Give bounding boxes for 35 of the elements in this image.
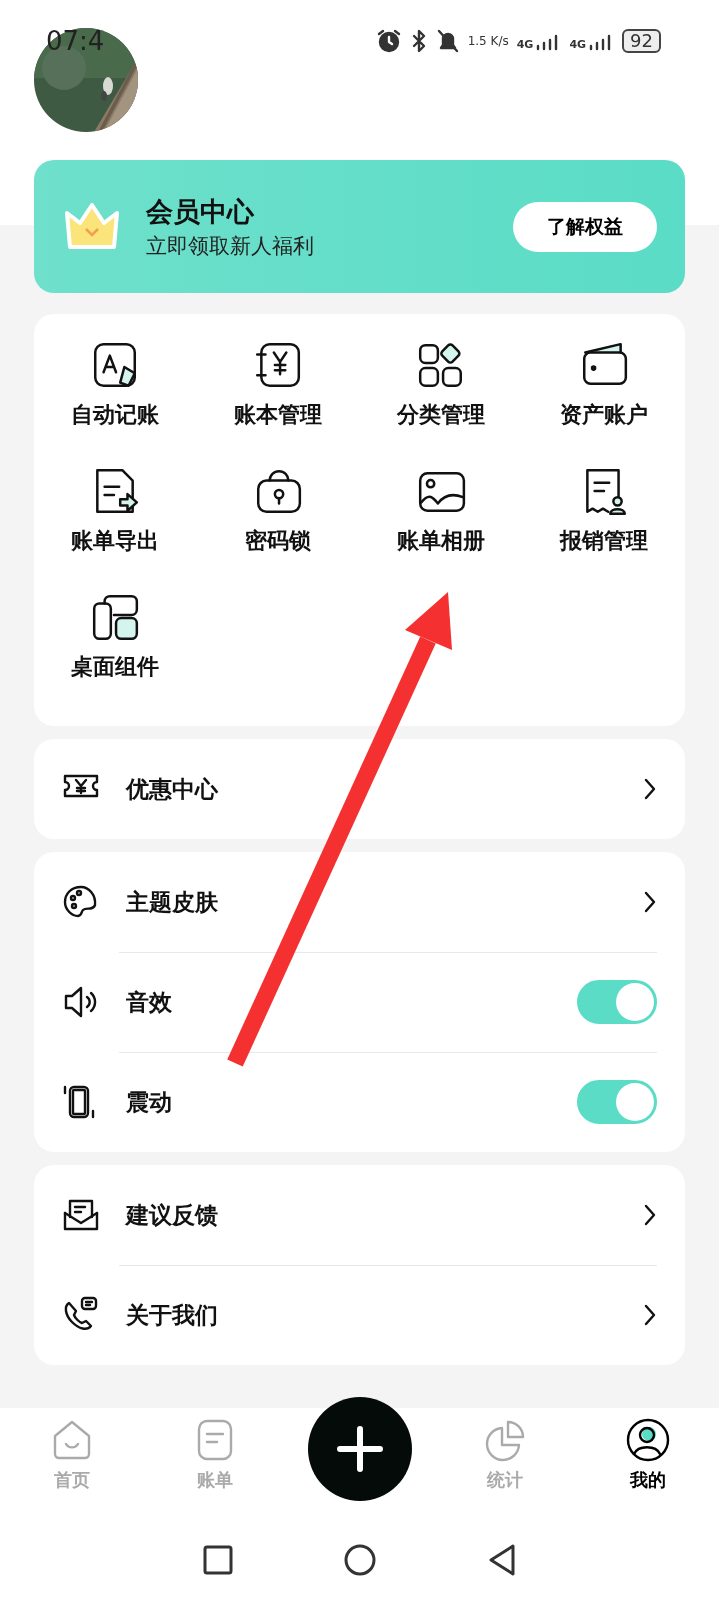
feature-item[interactable]: 密码锁: [245, 526, 312, 556]
menu-item[interactable]: 震动: [126, 1086, 577, 1118]
toggle-switch[interactable]: [577, 1080, 657, 1124]
menu-item[interactable]: 优惠中心: [126, 773, 643, 805]
feature-item[interactable]: 账单相册: [396, 526, 485, 556]
menu-item[interactable]: 主题皮肤: [126, 886, 643, 918]
alarm-icon: [375, 28, 402, 54]
menu-item[interactable]: 音效: [126, 986, 577, 1018]
toggle-switch[interactable]: [577, 980, 657, 1024]
status-time: 07:4: [46, 26, 105, 56]
network-type: 4G: [569, 38, 587, 51]
chevron-right-icon: [643, 890, 657, 914]
muted-bell-icon: [435, 28, 460, 54]
feature-item[interactable]: 桌面组件: [71, 652, 160, 682]
network-speed: 1.5 K/s: [467, 34, 509, 48]
menu-item[interactable]: 关于我们: [126, 1299, 643, 1331]
feature-item[interactable]: 账单导出: [71, 526, 160, 556]
feature-item[interactable]: 报销管理: [559, 526, 648, 556]
feature-item[interactable]: 分类管理: [396, 400, 485, 430]
benefits-button[interactable]: 了解权益: [513, 201, 657, 252]
feature-item[interactable]: 自动记账: [71, 400, 160, 430]
feature-item[interactable]: 账本管理: [234, 400, 323, 430]
recents-button[interactable]: [202, 1545, 233, 1575]
chevron-right-icon: [643, 777, 657, 801]
plus-icon: [335, 1425, 384, 1473]
home-button[interactable]: [342, 1543, 377, 1577]
member-title: 会员中心: [146, 194, 255, 229]
nav-tab[interactable]: 我的: [597, 1416, 698, 1492]
member-subtitle: 立即领取新人福利: [146, 232, 315, 260]
feature-item[interactable]: 资产账户: [559, 400, 648, 430]
battery-level: 92: [622, 29, 661, 53]
chevron-right-icon: [643, 1203, 657, 1227]
chevron-right-icon: [643, 1303, 657, 1327]
network-type: 4G: [516, 38, 534, 51]
menu-item[interactable]: 建议反馈: [126, 1199, 643, 1231]
